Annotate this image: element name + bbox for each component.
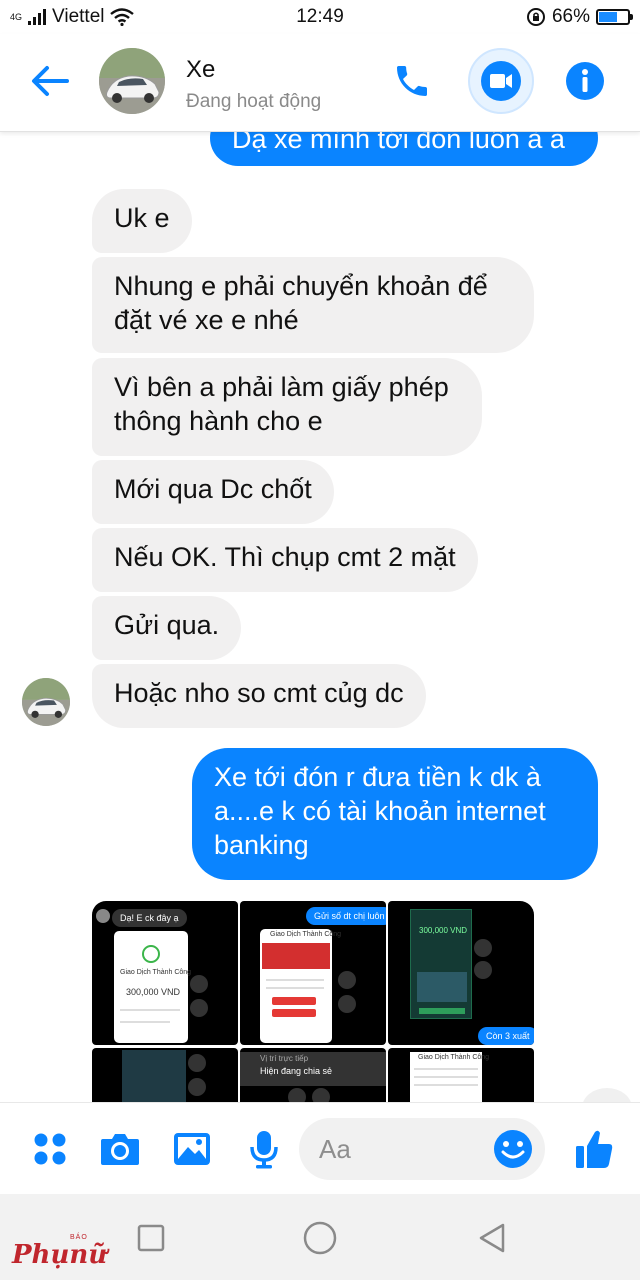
message-composer (0, 1102, 640, 1194)
share-icon[interactable] (288, 1088, 306, 1102)
publisher-watermark: BÁO Phụnữ (12, 1234, 122, 1274)
scroll-bubble[interactable] (582, 1088, 632, 1102)
photo-caption: Còn 3 xuất (478, 1027, 534, 1045)
back-button[interactable] (24, 56, 74, 106)
photo-caption: Gửi số dt chị luôn (306, 907, 386, 925)
receipt-amount: 300,000 VND (126, 987, 181, 997)
camera-icon (101, 1134, 139, 1165)
signal-icon (28, 9, 47, 25)
edit-icon[interactable] (312, 1088, 330, 1102)
carrier-name: Viettel (52, 6, 105, 27)
apps-grid-icon (34, 1133, 66, 1165)
location-label: Vị trí trực tiếp (260, 1054, 309, 1063)
share-icon[interactable] (190, 975, 208, 993)
rotation-lock-icon (526, 8, 545, 26)
edit-icon[interactable] (474, 961, 492, 979)
message-incoming[interactable]: Nhung e phải chuyển khoản để đặt vé xe e… (92, 257, 534, 353)
message-list[interactable]: Dạ xe mình tới đón luôn à a Uk e Nhung e… (0, 132, 640, 1102)
info-button[interactable] (560, 56, 610, 106)
circle-icon (303, 1221, 337, 1255)
share-icon[interactable] (474, 939, 492, 957)
back-nav-button[interactable] (474, 1220, 510, 1256)
recent-apps-button[interactable] (133, 1220, 169, 1256)
message-input[interactable] (319, 1130, 479, 1168)
watermark-text: Phụnữ (12, 1240, 108, 1270)
message-incoming[interactable]: Mới qua Dc chốt (92, 460, 334, 524)
conversation-header: Xe Đang hoạt động (0, 34, 640, 132)
battery-percent: 66% (551, 6, 590, 27)
video-call-button[interactable] (468, 48, 534, 114)
thumbs-up-icon (576, 1130, 613, 1168)
message-incoming[interactable]: Gửi qua. (92, 596, 242, 660)
status-right: 66% (526, 6, 633, 28)
active-status: Đang hoạt động (186, 91, 322, 112)
microphone-icon (250, 1131, 278, 1169)
shared-photo[interactable]: Dạ! E ck đây ạ Giao Dịch Thành Công 300,… (92, 901, 238, 1045)
share-icon[interactable] (188, 1054, 206, 1072)
shared-photo[interactable]: Giao Dịch Thành Công (388, 1048, 534, 1102)
message-outgoing[interactable]: Dạ xe mình tới đón luôn à a (210, 132, 598, 166)
receipt-card: Giao Dịch Thành Công (410, 1052, 489, 1102)
gallery-icon (174, 1133, 210, 1165)
message-incoming[interactable]: Nếu OK. Thì chụp cmt 2 mặt (92, 528, 478, 592)
messenger-screen: 4G Viettel 12:49 66% Xe Đang hoạt động D… (0, 0, 640, 1280)
photo-caption: Dạ! E ck đây ạ (112, 909, 187, 927)
receipt-amount: 300,000 VND (419, 926, 468, 935)
edit-icon[interactable] (188, 1078, 206, 1096)
edit-icon[interactable] (190, 999, 208, 1017)
system-nav-bar: BÁO Phụnữ (0, 1194, 640, 1280)
back-arrow-icon (32, 66, 69, 96)
message-input-box[interactable] (299, 1118, 545, 1180)
network-type: 4G (10, 11, 23, 22)
status-bar: 4G Viettel 12:49 66% (0, 0, 640, 34)
edit-icon[interactable] (338, 995, 356, 1013)
gallery-button[interactable] (168, 1125, 216, 1173)
shared-photo[interactable] (92, 1048, 238, 1102)
battery-fill (599, 12, 618, 22)
contact-name[interactable]: Xe (186, 56, 215, 84)
emoji-button[interactable] (491, 1127, 535, 1171)
video-camera-icon (481, 61, 521, 101)
contact-avatar[interactable] (99, 48, 165, 114)
home-button[interactable] (302, 1220, 338, 1256)
receipt-title: Giao Dịch Thành Công (418, 1054, 490, 1061)
message-incoming[interactable]: Uk e (92, 189, 192, 253)
car-photo (22, 678, 70, 726)
voice-record-button[interactable] (240, 1125, 288, 1173)
receipt-card: Giao Dịch Thành Công (260, 929, 341, 1043)
battery-icon (596, 9, 633, 25)
shared-photo[interactable]: Gửi số dt chị luôn Giao Dịch Thành Công (240, 901, 386, 1045)
phone-icon (397, 66, 427, 96)
voice-call-button[interactable] (387, 56, 437, 106)
location-status: Hiện đang chia sẻ (260, 1066, 333, 1076)
shared-photo[interactable]: Vị trí trực tiếp Hiện đang chia sẻ (240, 1048, 386, 1102)
camera-button[interactable] (96, 1125, 144, 1173)
message-incoming[interactable]: Hoặc nho so cmt củg dc (92, 664, 426, 728)
message-incoming[interactable]: Vì bên a phải làm giấy phép thông hành c… (92, 358, 482, 456)
contact-avatar-small[interactable] (22, 678, 70, 726)
square-icon (137, 1224, 165, 1252)
shared-photo[interactable]: 300,000 VND Còn 3 xuất (388, 901, 534, 1045)
car-photo (99, 48, 165, 114)
wifi-icon (110, 8, 135, 26)
triangle-back-icon (479, 1223, 505, 1253)
apps-button[interactable] (26, 1125, 74, 1173)
status-left: 4G Viettel (10, 6, 135, 28)
receipt-card: Giao Dịch Thành Công 300,000 VND (114, 931, 192, 1043)
receipt-card: 300,000 VND (410, 909, 472, 1019)
emoji-icon (494, 1130, 532, 1168)
like-button[interactable] (570, 1125, 618, 1173)
receipt-title: Giao Dịch Thành Công (270, 931, 342, 938)
share-icon[interactable] (338, 971, 356, 989)
info-icon (566, 62, 604, 100)
message-outgoing[interactable]: Xe tới đón r đưa tiền k dk à a....e k có… (192, 748, 598, 880)
receipt-title: Giao Dịch Thành Công (120, 969, 192, 976)
